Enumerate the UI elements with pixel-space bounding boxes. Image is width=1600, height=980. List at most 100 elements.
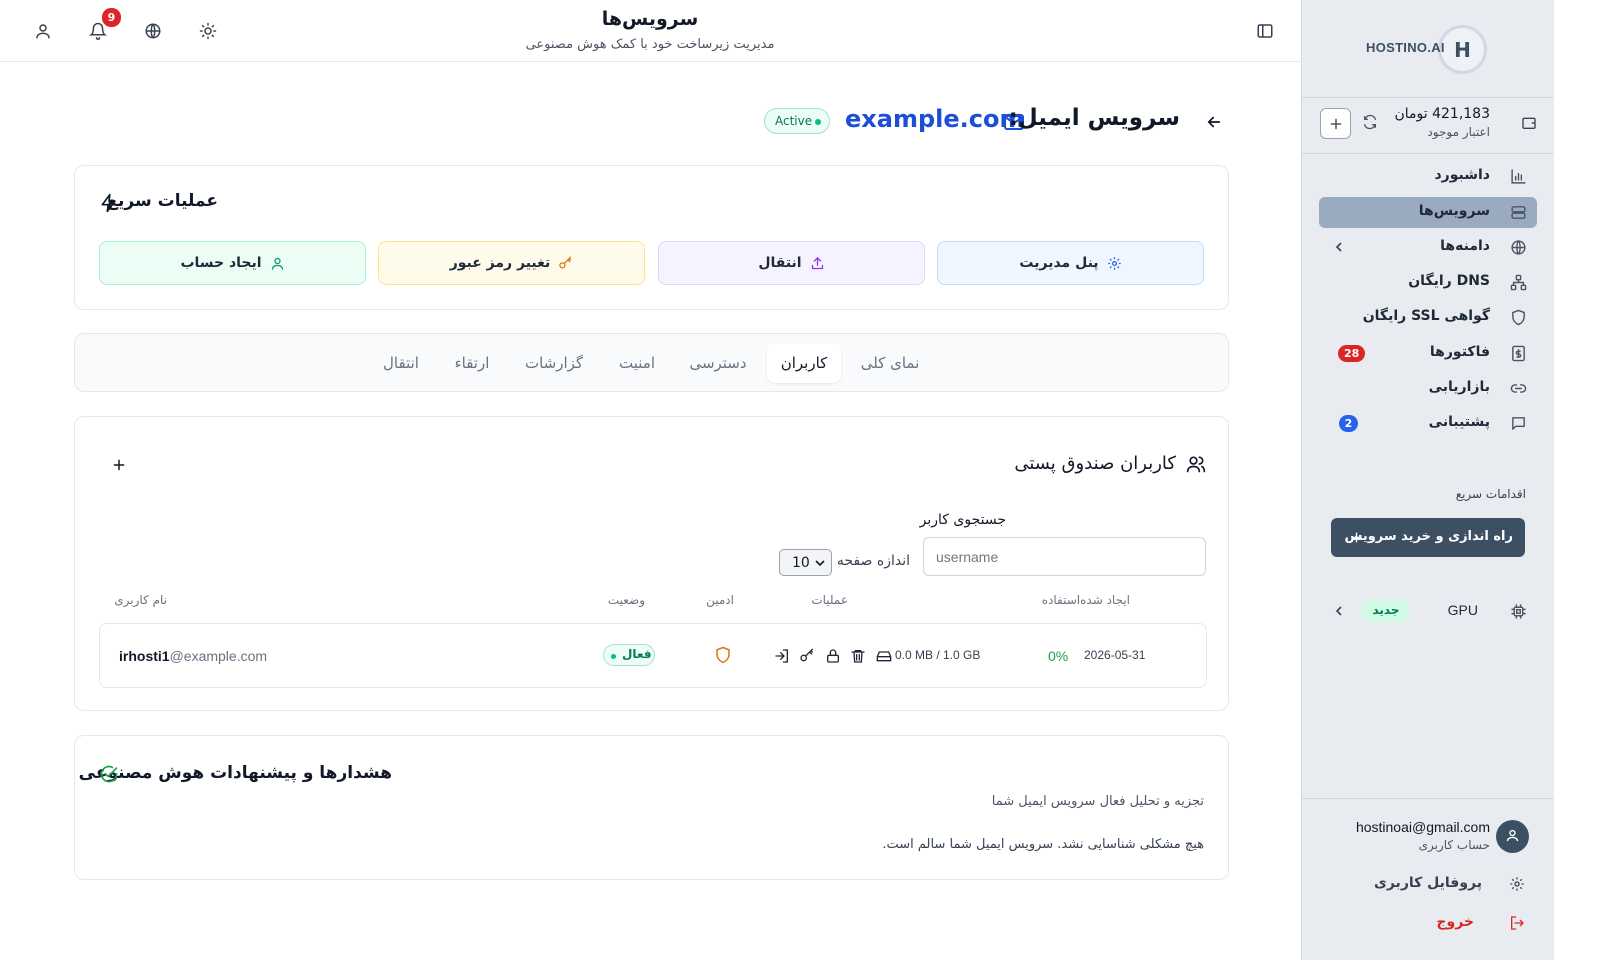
sidebar-item-ssl[interactable]: گواهی SSL رایگان [1319, 302, 1537, 333]
user-icon [1506, 829, 1519, 842]
bar-chart-icon [1510, 168, 1527, 185]
support-badge: 2 [1339, 415, 1358, 432]
globe-icon [1510, 239, 1527, 256]
chevron-left-icon[interactable] [1333, 241, 1345, 253]
sidebar: H HOSTINO.AI 421,183 تومان اعتبار موجود … [1301, 0, 1555, 960]
create-account-button[interactable]: ایجاد حساب [99, 241, 366, 285]
tab-users[interactable]: کاربران [767, 343, 841, 383]
usage-value: 0.0 MB / 1.0 GB [895, 648, 981, 662]
network-icon [1510, 274, 1527, 291]
service-domain: example.com [845, 105, 1025, 133]
tabs-bar: نمای کلی کاربران دسترسی امنیت گزارشات ار… [74, 333, 1229, 392]
table-row[interactable]: irhosti1@example.com فعال 0.0 MB / 1.0 G… [99, 623, 1207, 688]
avatar[interactable] [1496, 820, 1529, 853]
sidebar-item-services[interactable]: سرویس‌ها [1319, 197, 1537, 228]
wallet-icon [1521, 115, 1537, 131]
new-badge: جدید [1362, 600, 1410, 622]
invoice-icon [1510, 345, 1527, 362]
brand-name: HOSTINO.AI [1366, 40, 1445, 55]
status-dot [611, 654, 616, 659]
sidebar-item-invoices[interactable]: فاکتورها 28 [1319, 338, 1537, 369]
sidebar-item-gpu[interactable]: GPU جدید [1319, 596, 1537, 627]
service-title: سرویس ایمیل: [1008, 105, 1180, 131]
tab-security[interactable]: امنیت [605, 343, 669, 383]
mailbox-users-card: کاربران صندوق پستی جستجوی کاربر اندازه ص… [74, 416, 1229, 711]
ai-alerts-card: هشدارها و پیشنهادات هوش مصنوعی تجزیه و ت… [74, 735, 1229, 880]
username-cell: irhosti1@example.com [119, 648, 268, 664]
refresh-icon[interactable] [1362, 114, 1378, 130]
user-role: حساب کاربری [1418, 838, 1490, 852]
link-icon [1510, 380, 1527, 397]
invoices-badge: 28 [1338, 345, 1366, 362]
change-password-button[interactable]: تغییر رمز عبور [378, 241, 645, 285]
key-icon[interactable] [799, 648, 815, 664]
sun-icon[interactable] [199, 22, 217, 40]
quick-actions-title: اقدامات سریع [1455, 487, 1526, 501]
plus-icon [1330, 118, 1342, 130]
sidebar-item-marketing[interactable]: بازاریابی [1319, 373, 1537, 404]
logout-icon [1511, 916, 1524, 930]
users-section-title: کاربران صندوق پستی [1014, 453, 1176, 474]
user-email: hostinoai@gmail.com [1355, 819, 1490, 835]
search-input[interactable] [923, 537, 1206, 576]
shield-icon [1510, 309, 1527, 326]
transfer-button[interactable]: انتقال [658, 241, 925, 285]
status-dot [815, 119, 821, 125]
lock-icon[interactable] [825, 648, 841, 664]
top-bar: 9 سرویس‌ها مدیریت زیرساخت خود با کمک هوش… [0, 0, 1301, 62]
users-icon [1186, 454, 1206, 474]
column-header-username: نام کاربری [114, 593, 167, 607]
back-arrow-icon[interactable] [1205, 113, 1223, 131]
brand-logo[interactable]: H [1438, 25, 1487, 74]
page-title: سرویس‌ها [601, 8, 699, 30]
sidebar-item-support[interactable]: پشتیبانی 2 [1319, 408, 1537, 439]
login-icon[interactable] [774, 648, 790, 664]
launch-service-button[interactable]: راه اندازی و خرید سرویس [1331, 518, 1525, 557]
ai-result-text: هیچ مشکلی شناسایی نشد. سرویس ایمیل شما س… [882, 837, 1204, 852]
cpu-icon [1510, 603, 1527, 620]
message-icon [1510, 415, 1527, 432]
add-user-icon[interactable] [111, 457, 127, 473]
quick-ops-title: عملیات سریع [106, 191, 218, 211]
usage-percent: 0% [1048, 648, 1069, 664]
tab-reports[interactable]: گزارشات [515, 343, 593, 383]
column-header-actions: عملیات [811, 593, 848, 607]
tab-access[interactable]: دسترسی [681, 343, 755, 383]
plus-icon [1351, 532, 1362, 543]
window-edge [1554, 0, 1600, 980]
profile-link[interactable]: پروفایل کاربری [1319, 869, 1537, 899]
gear-icon [1510, 877, 1524, 891]
quick-ops-card: عملیات سریع پنل مدیریت انتقال تغییر رمز … [74, 165, 1229, 310]
page-subtitle: مدیریت زیرساخت خود با کمک هوش مصنوعی [525, 37, 775, 52]
admin-panel-button[interactable]: پنل مدیریت [937, 241, 1204, 285]
user-status-badge: فعال [603, 644, 655, 666]
tab-upgrade[interactable]: ارتقاء [441, 343, 503, 383]
column-header-created-usage: ایجاد شده‌استفاده [1041, 593, 1130, 607]
globe-icon[interactable] [144, 22, 162, 40]
chevron-down-icon [815, 560, 825, 567]
column-header-status: وضعیت [607, 593, 645, 607]
admin-shield-icon[interactable] [714, 646, 732, 664]
gpu-label: GPU [1447, 602, 1478, 618]
chevron-left-icon[interactable] [1333, 605, 1345, 617]
notification-badge: 9 [102, 8, 121, 27]
add-credit-button[interactable] [1320, 108, 1351, 139]
check-circle-icon [99, 764, 119, 784]
sidebar-item-dns[interactable]: DNS رایگان [1319, 267, 1537, 298]
tab-overview[interactable]: نمای کلی [850, 343, 930, 383]
trash-icon[interactable] [850, 648, 866, 664]
sidebar-item-domains[interactable]: دامنه‌ها [1319, 232, 1537, 263]
hard-drive-icon [876, 648, 892, 664]
ai-analysis-text: تجزیه و تحلیل فعال سرویس ایمیل شما [991, 794, 1204, 809]
page-size-select[interactable]: 10 [779, 549, 832, 576]
sidebar-item-dashboard[interactable]: داشبورد [1319, 161, 1537, 192]
balance-label: اعتبار موجود [1427, 125, 1490, 139]
column-header-admin: ادمین [706, 593, 734, 607]
user-icon[interactable] [34, 22, 52, 40]
ai-section-title: هشدارها و پیشنهادات هوش مصنوعی [78, 763, 392, 783]
tab-transfer[interactable]: انتقال [371, 343, 431, 383]
status-badge: Active [764, 108, 830, 134]
sidebar-toggle-icon[interactable] [1256, 22, 1274, 40]
logout-link[interactable]: خروج [1319, 908, 1537, 938]
created-date: 2026-05-31 [1084, 648, 1146, 662]
